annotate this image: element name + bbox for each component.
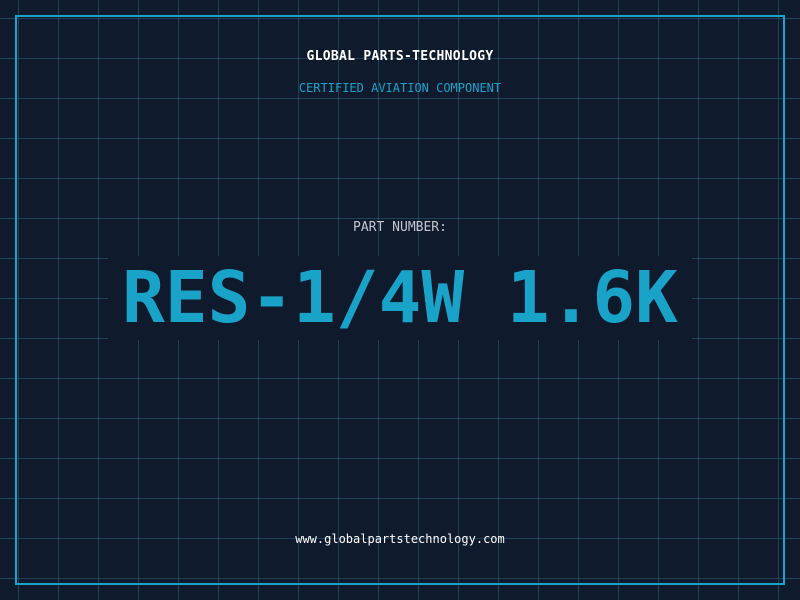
part-number: RES-1/4W 1.6K (108, 256, 692, 340)
part-number-label: PART NUMBER: (353, 220, 447, 235)
website-link[interactable]: www.globalpartstechnology.com (0, 531, 800, 547)
label-canvas: GLOBAL PARTS-TECHNOLOGY CERTIFIED AVIATI… (0, 0, 800, 600)
certification-subtitle: CERTIFIED AVIATION COMPONENT (298, 81, 502, 95)
part-number-container: RES-1/4W 1.6K (0, 256, 800, 340)
company-name: GLOBAL PARTS-TECHNOLOGY (306, 49, 494, 64)
